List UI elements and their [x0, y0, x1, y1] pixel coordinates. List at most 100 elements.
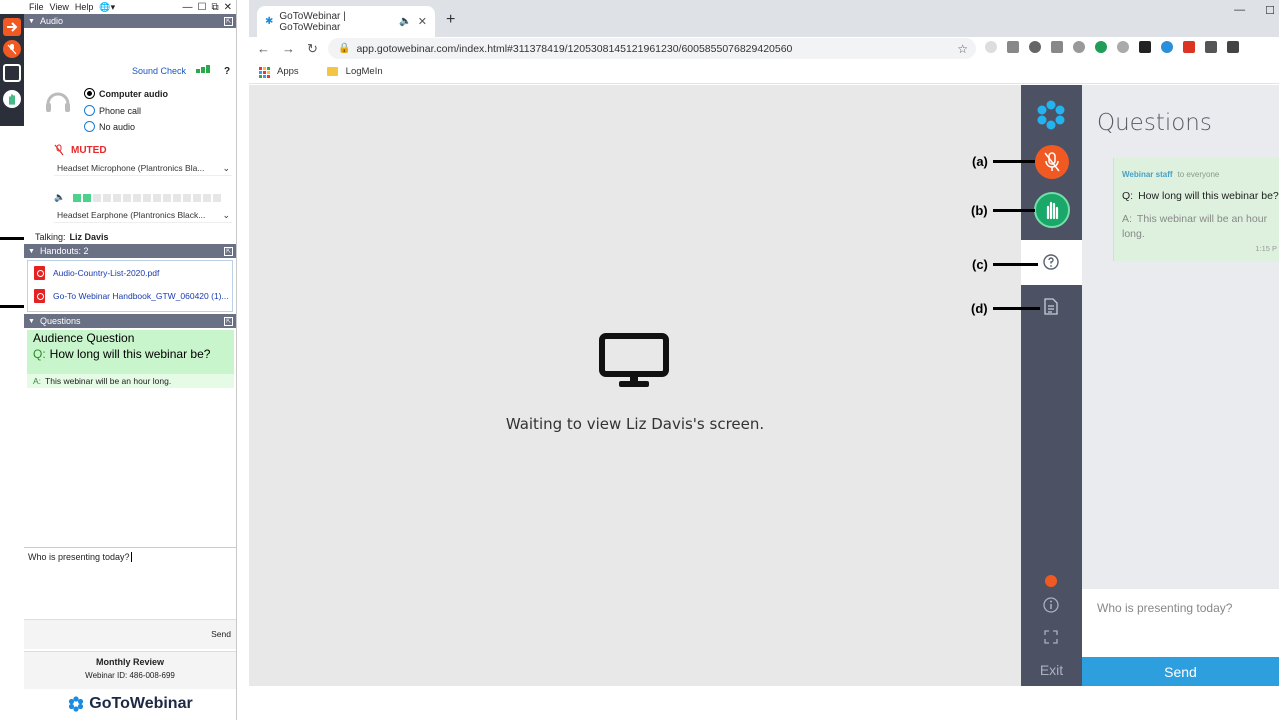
back-icon[interactable]: ← [257, 41, 270, 56]
tab-strip: ✱ GoToWebinar | GoToWebinar 🔈 ✕ + — ☐ [249, 0, 1279, 37]
maximize-icon[interactable]: ☐ [198, 2, 207, 13]
no-audio-label: No audio [99, 121, 136, 132]
extensions-row [985, 41, 1239, 53]
extension-icon[interactable] [1073, 41, 1085, 53]
annotation-line [993, 209, 1035, 212]
handouts-section-header[interactable]: ▼ Handouts: 2 ⇱ [24, 244, 236, 258]
info-icon[interactable] [1043, 597, 1059, 613]
questions-section-header[interactable]: ▼ Questions ⇱ [24, 314, 236, 328]
handouts-icon[interactable] [1044, 298, 1058, 315]
radio-unselected[interactable] [84, 105, 95, 116]
question-input[interactable]: Who is presenting today? [1082, 589, 1279, 657]
bookmark-logmein[interactable]: LogMeIn [346, 66, 383, 77]
folder-icon [326, 67, 338, 76]
apps-grid-icon[interactable] [259, 66, 270, 78]
tab-audio-icon[interactable]: 🔈 [399, 16, 411, 27]
send-button[interactable]: Send [1082, 657, 1279, 686]
grammarly-icon[interactable] [1007, 41, 1019, 53]
address-bar[interactable]: 🔒 app.gotowebinar.com/index.html#3113784… [328, 38, 976, 59]
talking-label: Talking: [35, 232, 66, 242]
grammarly-icon[interactable] [1051, 41, 1063, 53]
browser-tab[interactable]: ✱ GoToWebinar | GoToWebinar 🔈 ✕ [257, 6, 435, 37]
annotation-line [993, 263, 1038, 266]
menu-help[interactable]: Help [75, 2, 94, 12]
send-button[interactable]: Send [211, 629, 231, 639]
puzzle-icon[interactable] [1205, 41, 1217, 53]
raise-hand-icon[interactable] [3, 90, 21, 108]
minimize-icon[interactable]: — [183, 2, 193, 13]
screen-viewer-icon[interactable] [3, 64, 21, 82]
extension-icon[interactable] [1161, 41, 1173, 53]
mute-mic-button[interactable] [1034, 144, 1070, 180]
microphone-select[interactable]: Headset Microphone (Plantronics Bla... ⌄ [54, 161, 232, 176]
menu-bar: File View Help 🌐▾ — ☐ ⧉ ✕ [24, 0, 236, 14]
browser-toolbar: ← → ↻ 🔒 app.gotowebinar.com/index.html#3… [249, 37, 1279, 60]
extension-icon[interactable] [1029, 41, 1041, 53]
no-audio-option[interactable]: No audio [84, 121, 135, 132]
menu-view[interactable]: View [50, 2, 69, 12]
reading-list-icon[interactable] [1227, 41, 1239, 53]
handout-item[interactable]: Audio-Country-List-2020.pdf [28, 261, 232, 284]
maximize-icon[interactable]: ☐ [1265, 4, 1275, 17]
popout-icon[interactable]: ⇱ [224, 246, 233, 256]
tab-close-icon[interactable]: ✕ [418, 15, 427, 28]
callout-c: (c) [972, 257, 988, 272]
question-card-title: Audience Question [33, 331, 135, 345]
mute-mic-icon[interactable] [3, 40, 21, 58]
callout-d: (d) [971, 301, 988, 316]
popout-icon[interactable]: ⇱ [224, 16, 233, 26]
speaker-level-meter: 🔈 [54, 192, 222, 203]
talking-indicator: Talking: Liz Davis [35, 232, 109, 242]
extension-icon[interactable] [1183, 41, 1195, 53]
question-input[interactable]: Who is presenting today? [24, 547, 236, 619]
forward-icon[interactable]: → [282, 41, 295, 56]
radio-unselected[interactable] [84, 121, 95, 132]
exit-button[interactable]: Exit [1021, 662, 1082, 678]
handout-item[interactable]: Go-To Webinar Handbook_GTW_060420 (1)... [28, 284, 232, 307]
extension-icon[interactable] [1095, 41, 1107, 53]
annotation-line [993, 307, 1040, 310]
menu-file[interactable]: File [29, 2, 44, 12]
close-icon[interactable]: ✕ [224, 2, 232, 13]
collapse-arrow-icon[interactable] [3, 18, 21, 36]
raise-hand-button[interactable] [1034, 192, 1070, 228]
muted-indicator: MUTED [54, 144, 107, 156]
audio-section-header[interactable]: ▼ Audio ⇱ [24, 14, 236, 28]
handouts-header-label: Handouts: 2 [39, 246, 89, 256]
recording-status-icon [1045, 575, 1057, 587]
reload-icon[interactable]: ↻ [307, 41, 318, 57]
webinar-title: Monthly Review [95, 657, 164, 667]
bookmark-star-icon[interactable]: ☆ [957, 42, 968, 56]
extension-icon[interactable] [985, 41, 997, 53]
collapse-triangle-icon: ▼ [28, 317, 35, 325]
speaker-select[interactable]: Headset Earphone (Plantronics Black... ⌄ [54, 208, 232, 223]
talking-name: Liz Davis [69, 232, 109, 242]
collapse-triangle-icon: ▼ [28, 17, 35, 25]
extension-icon[interactable] [1117, 41, 1129, 53]
question-timestamp: 1:15 P [1255, 244, 1277, 253]
computer-audio-option[interactable]: Computer audio [84, 88, 168, 99]
phone-call-option[interactable]: Phone call [84, 105, 141, 116]
webinar-id: Webinar ID: 486-008-699 [85, 671, 175, 680]
extension-icon[interactable] [1139, 41, 1151, 53]
muted-label: MUTED [71, 144, 107, 156]
sound-check-link[interactable]: Sound Check [132, 66, 186, 76]
minimize-icon[interactable]: — [1234, 4, 1245, 17]
lock-icon[interactable]: 🔒 [338, 43, 350, 54]
gotowebinar-logo: GoToWebinar [24, 690, 236, 718]
bookmark-apps[interactable]: Apps [277, 66, 299, 77]
chevron-down-icon: ⌄ [222, 209, 230, 220]
audio-header-label: Audio [39, 16, 63, 26]
popout-icon[interactable]: ⇱ [224, 316, 233, 326]
answer-text: A: This webinar will be an hour long. [27, 374, 234, 388]
speaker-icon: 🔈 [54, 192, 66, 202]
radio-selected[interactable] [84, 88, 95, 99]
questions-panel-title: Questions [1097, 110, 1212, 136]
help-icon[interactable]: ? [224, 66, 230, 77]
new-tab-icon[interactable]: + [446, 11, 455, 29]
globe-icon[interactable]: 🌐▾ [99, 2, 115, 13]
signal-strength-icon [196, 65, 210, 73]
questions-icon[interactable] [1042, 253, 1060, 271]
popout-icon[interactable]: ⧉ [211, 2, 218, 13]
fullscreen-icon[interactable] [1044, 630, 1058, 644]
